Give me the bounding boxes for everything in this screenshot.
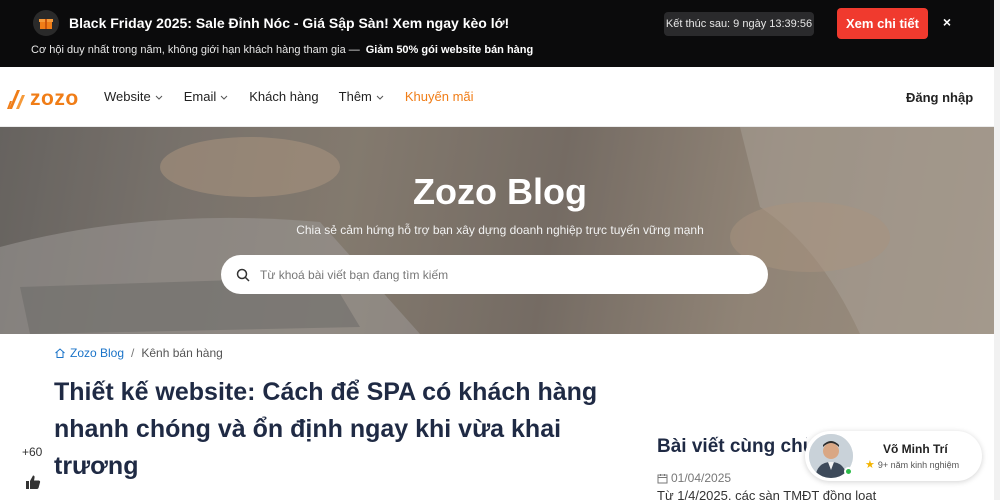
nav-menu: Website Email Khách hàng Thêm Khuyến mãi [104, 89, 494, 104]
chevron-down-icon [376, 95, 384, 100]
promo-subtitle-text: Cơ hội duy nhất trong năm, không giới hạ… [31, 44, 360, 56]
online-status-indicator [844, 467, 853, 476]
chevron-down-icon [220, 95, 228, 100]
nav-item-label: Website [104, 89, 151, 104]
nav-item-customers[interactable]: Khách hàng [249, 89, 318, 104]
related-posts-title: Bài viết cùng chủ đề [657, 436, 807, 457]
nav-item-label: Khách hàng [249, 89, 319, 104]
logo-mark-icon [7, 90, 25, 109]
author-experience-text: 9+ năm kinh nghiệm [877, 459, 960, 470]
star-icon: ★ [865, 459, 875, 471]
breadcrumb-separator: / [131, 346, 135, 360]
breadcrumb-current[interactable]: Kênh bán hàng [141, 346, 222, 360]
author-experience: ★ 9+ năm kinh nghiệm [865, 458, 959, 471]
search-icon [236, 268, 250, 282]
search-bar[interactable] [221, 255, 768, 294]
blog-subtitle: Chia sẻ cảm hứng hỗ trợ bạn xây dựng doa… [296, 223, 704, 237]
promo-highlight: Giảm 50% gói website bán hàng [365, 44, 534, 56]
nav-item-label: Thêm [338, 89, 372, 104]
calendar-icon [657, 473, 668, 483]
scrollbar[interactable] [994, 0, 1000, 500]
chevron-down-icon [155, 95, 163, 100]
promo-title: Black Friday 2025: Sale Đỉnh Nóc - Giá S… [69, 15, 510, 31]
related-post-date: 01/04/2025 [657, 471, 731, 485]
author-name: Võ Minh Trí [883, 442, 948, 456]
article-title: Thiết kế website: Cách để SPA có khách h… [54, 378, 598, 480]
main-nav: zozo Website Email Khách hàng Thêm Khuyế… [0, 67, 1000, 127]
breadcrumb: Zozo Blog / Kênh bán hàng [54, 346, 223, 360]
share-count: +60 [22, 445, 43, 459]
author-card[interactable]: Võ Minh Trí ★ 9+ năm kinh nghiệm [805, 431, 982, 481]
related-post-date-text: 01/04/2025 [671, 471, 732, 485]
related-post-excerpt[interactable]: Từ 1/4/2025, các sàn TMĐT đồng loạt [657, 488, 876, 500]
countdown-timer: Kết thúc sau: 9 ngày 13:39:56 [664, 12, 814, 36]
breadcrumb-home[interactable]: Zozo Blog [54, 346, 124, 360]
like-icon[interactable] [25, 474, 41, 490]
breadcrumb-home-label: Zozo Blog [70, 346, 125, 360]
close-icon[interactable]: × [938, 13, 956, 31]
blog-title: Zozo Blog [413, 171, 587, 212]
gift-icon [33, 10, 59, 36]
zozo-logo[interactable]: zozo [6, 87, 79, 111]
nav-item-label: Khuyến mãi [404, 89, 474, 104]
nav-item-promotions[interactable]: Khuyến mãi [405, 89, 474, 104]
home-icon [55, 348, 65, 358]
promo-detail-button[interactable]: Xem chi tiết [837, 8, 928, 39]
logo-text: zozo [30, 87, 79, 110]
promo-subtitle: Cơ hội duy nhất trong năm, không giới hạ… [31, 44, 533, 56]
nav-item-email[interactable]: Email [184, 89, 230, 104]
nav-item-website[interactable]: Website [104, 89, 164, 104]
promo-banner: Black Friday 2025: Sale Đỉnh Nóc - Giá S… [0, 0, 1000, 67]
login-button[interactable]: Đăng nhập [906, 90, 973, 105]
nav-item-more[interactable]: Thêm [339, 89, 385, 104]
nav-item-label: Email [183, 89, 217, 104]
hero-banner: Zozo Blog Chia sẻ cảm hứng hỗ trợ bạn xâ… [0, 127, 1000, 334]
search-input[interactable] [260, 267, 740, 282]
